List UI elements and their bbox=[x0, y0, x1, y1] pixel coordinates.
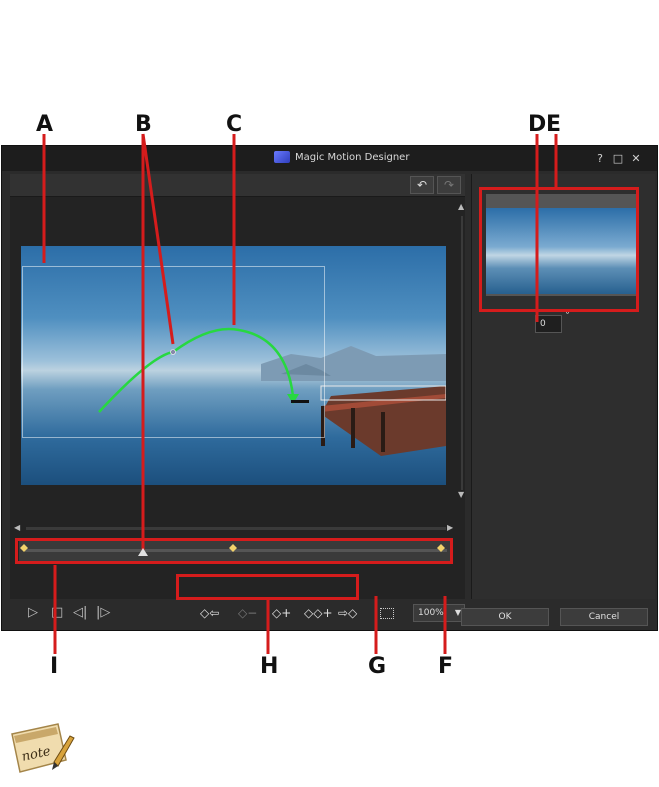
callout-f: F bbox=[438, 654, 454, 679]
keyframe-buttons-highlight-box bbox=[176, 574, 359, 600]
callout-e: E bbox=[546, 112, 562, 137]
add-keyframe-button[interactable]: ◇+ bbox=[272, 606, 291, 620]
designer-toolbar: ↶ ↷ bbox=[10, 174, 465, 197]
close-button[interactable]: ✕ bbox=[629, 152, 643, 165]
callout-a: A bbox=[36, 112, 54, 137]
designer-pane: ↶ ↷ ▲ ▼ ◀ ▶ ▷ □ ◁| |▷ ◇⇦ ◇− ◇+ ◇◇+ ⇨◇ 10… bbox=[10, 174, 466, 622]
callout-g: G bbox=[368, 654, 387, 679]
video-preview-canvas[interactable] bbox=[21, 246, 446, 485]
remove-keyframe-button[interactable]: ◇− bbox=[238, 606, 257, 620]
safe-zone-icon[interactable] bbox=[380, 608, 394, 619]
timeline-highlight-box bbox=[15, 538, 453, 564]
window-title: Magic Motion Designer bbox=[295, 152, 410, 163]
cancel-button[interactable]: Cancel bbox=[560, 608, 648, 626]
rotation-input[interactable]: 0 bbox=[535, 315, 562, 333]
callout-d: D bbox=[528, 112, 547, 137]
app-icon bbox=[274, 151, 290, 163]
zoom-dropdown[interactable]: 100% ▼ bbox=[413, 604, 465, 622]
vertical-scrollbar[interactable]: ▲ ▼ bbox=[458, 202, 466, 502]
callout-c: C bbox=[226, 112, 243, 137]
rotation-value: 0 bbox=[540, 319, 546, 329]
callout-h: H bbox=[260, 654, 279, 679]
preview-highlight-box bbox=[479, 187, 639, 312]
zoom-value: 100% bbox=[418, 608, 444, 618]
playback-bar: ▷ □ ◁| |▷ ◇⇦ ◇− ◇+ ◇◇+ ⇨◇ 100% ▼ bbox=[18, 599, 473, 629]
previous-frame-button[interactable]: ◁| bbox=[73, 605, 87, 620]
undo-button[interactable]: ↶ bbox=[410, 176, 434, 194]
help-button[interactable]: ? bbox=[593, 152, 607, 165]
next-keyframe-button[interactable]: ⇨◇ bbox=[338, 606, 357, 620]
redo-button[interactable]: ↷ bbox=[437, 176, 461, 194]
stop-button[interactable]: □ bbox=[51, 605, 63, 620]
maximize-button[interactable]: □ bbox=[611, 152, 625, 165]
duplicate-keyframe-button[interactable]: ◇◇+ bbox=[304, 606, 333, 620]
callout-i: I bbox=[50, 654, 59, 679]
title-bar: Magic Motion Designer ? □ ✕ bbox=[2, 146, 657, 171]
next-frame-button[interactable]: |▷ bbox=[96, 605, 110, 620]
motion-path[interactable] bbox=[21, 246, 446, 485]
play-button[interactable]: ▷ bbox=[28, 605, 38, 620]
horizontal-scrollbar[interactable]: ◀ ▶ bbox=[14, 523, 454, 532]
callout-b: B bbox=[135, 112, 152, 137]
ok-button[interactable]: OK bbox=[461, 608, 549, 626]
previous-keyframe-button[interactable]: ◇⇦ bbox=[200, 606, 219, 620]
note-icon: note bbox=[6, 716, 78, 776]
